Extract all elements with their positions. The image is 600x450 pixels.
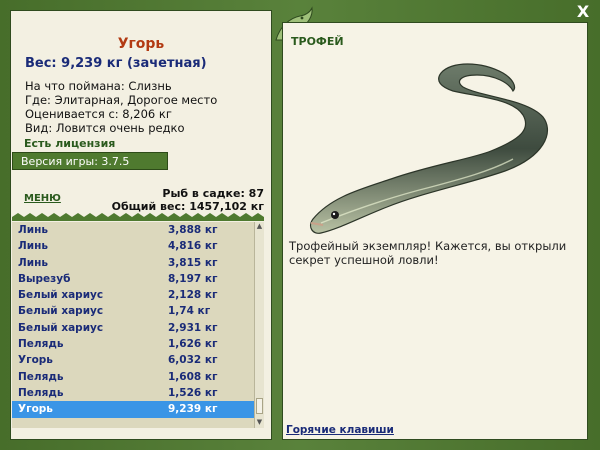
fish-info: На что поймана: Слизнь Где: Элитарная, Д…: [25, 79, 217, 135]
fish-weight-value: 4,816 кг: [168, 240, 218, 253]
fish-name: Вырезуб: [18, 272, 71, 285]
fish-weight-value: 6,032 кг: [168, 354, 218, 367]
trophy-panel: ТРОФЕЙ Трофейный экземпляр! Кажется, вы …: [282, 22, 588, 440]
list-item[interactable]: Пелядь 1,626 кг: [12, 336, 254, 352]
close-button[interactable]: X: [574, 3, 592, 21]
version-bar: Версия игры: 3.7.5: [12, 152, 168, 170]
fish-name: Белый хариус: [18, 289, 104, 302]
scroll-up-icon[interactable]: ▲: [255, 222, 264, 232]
list-item[interactable]: Угорь 6,032 кг: [12, 352, 254, 368]
fish-weight-value: 1,626 кг: [168, 338, 218, 351]
fish-name: Белый хариус: [18, 305, 104, 318]
fish-title: Угорь: [117, 36, 165, 52]
scroll-thumb[interactable]: [256, 398, 263, 414]
fish-weight-value: 2,931 кг: [168, 321, 218, 334]
decorative-divider: [12, 213, 264, 221]
fish-weight-value: 1,526 кг: [168, 386, 218, 399]
catch-list[interactable]: Линь 3,888 кг Линь 4,816 кг Линь 3,815 кг Выре…: [12, 222, 254, 428]
total-weight: Общий вес: 1457,102 кг: [111, 200, 264, 213]
trophy-description: Трофейный экземпляр! Кажется, вы открыли…: [289, 239, 567, 267]
fish-name: Линь: [18, 224, 48, 236]
fish-weight-value: 2,128 кг: [168, 289, 218, 302]
fish-name: Пелядь: [18, 338, 64, 351]
fish-name: Линь: [18, 256, 48, 269]
list-item[interactable]: Белый хариус 2,931 кг: [12, 320, 254, 336]
list-item[interactable]: Белый хариус 2,128 кг: [12, 287, 254, 303]
fish-name: Линь: [18, 240, 48, 253]
fish-weight-value: 3,815 кг: [168, 256, 218, 269]
list-item-selected[interactable]: Угорь 9,239 кг: [12, 401, 254, 418]
fish-bait: На что поймана: Слизнь: [25, 79, 172, 93]
hotkeys-link[interactable]: Горячие клавиши: [286, 424, 394, 436]
list-scrollbar[interactable]: ▲ ▼: [254, 222, 264, 428]
fish-name: Угорь: [18, 354, 53, 367]
fish-rarity: Вид: Ловится очень редко: [25, 121, 185, 135]
fish-name: Угорь: [18, 403, 53, 416]
fish-weight-value: 8,197 кг: [168, 272, 218, 285]
fish-count: Рыб в садке: 87: [162, 187, 264, 200]
fish-weight-value: 3,888 кг: [168, 224, 218, 236]
menu-button[interactable]: МЕНЮ: [24, 193, 61, 204]
list-item[interactable]: Белый хариус 1,74 кг: [12, 303, 254, 319]
catch-stats: Рыб в садке: 87 Общий вес: 1457,102 кг: [112, 187, 264, 213]
list-item[interactable]: Линь 3,888 кг: [12, 222, 254, 238]
fish-name: Пелядь: [18, 370, 64, 383]
eel-image: [309, 63, 548, 234]
fish-weight: Вес: 9,239 кг (зачетная): [25, 56, 207, 71]
list-item[interactable]: Пелядь 1,608 кг: [12, 369, 254, 385]
scroll-down-icon[interactable]: ▼: [255, 418, 264, 428]
fish-weight-value: 9,239 кг: [168, 403, 218, 416]
fish-name: Белый хариус: [18, 321, 104, 334]
license-label: Есть лицензия: [24, 137, 116, 150]
fish-value: Оценивается с: 8,206 кг: [25, 107, 172, 121]
list-item[interactable]: Линь 4,816 кг: [12, 238, 254, 254]
fish-weight-value: 1,74 кг: [168, 305, 211, 318]
list-item[interactable]: Вырезуб 8,197 кг: [12, 271, 254, 287]
fish-location: Где: Элитарная, Дорогое место: [25, 93, 218, 107]
list-item[interactable]: Линь 3,815 кг: [12, 255, 254, 271]
list-item[interactable]: Пелядь 1,526 кг: [12, 385, 254, 401]
fish-weight-value: 1,608 кг: [168, 370, 218, 383]
fish-name: Пелядь: [18, 386, 64, 399]
